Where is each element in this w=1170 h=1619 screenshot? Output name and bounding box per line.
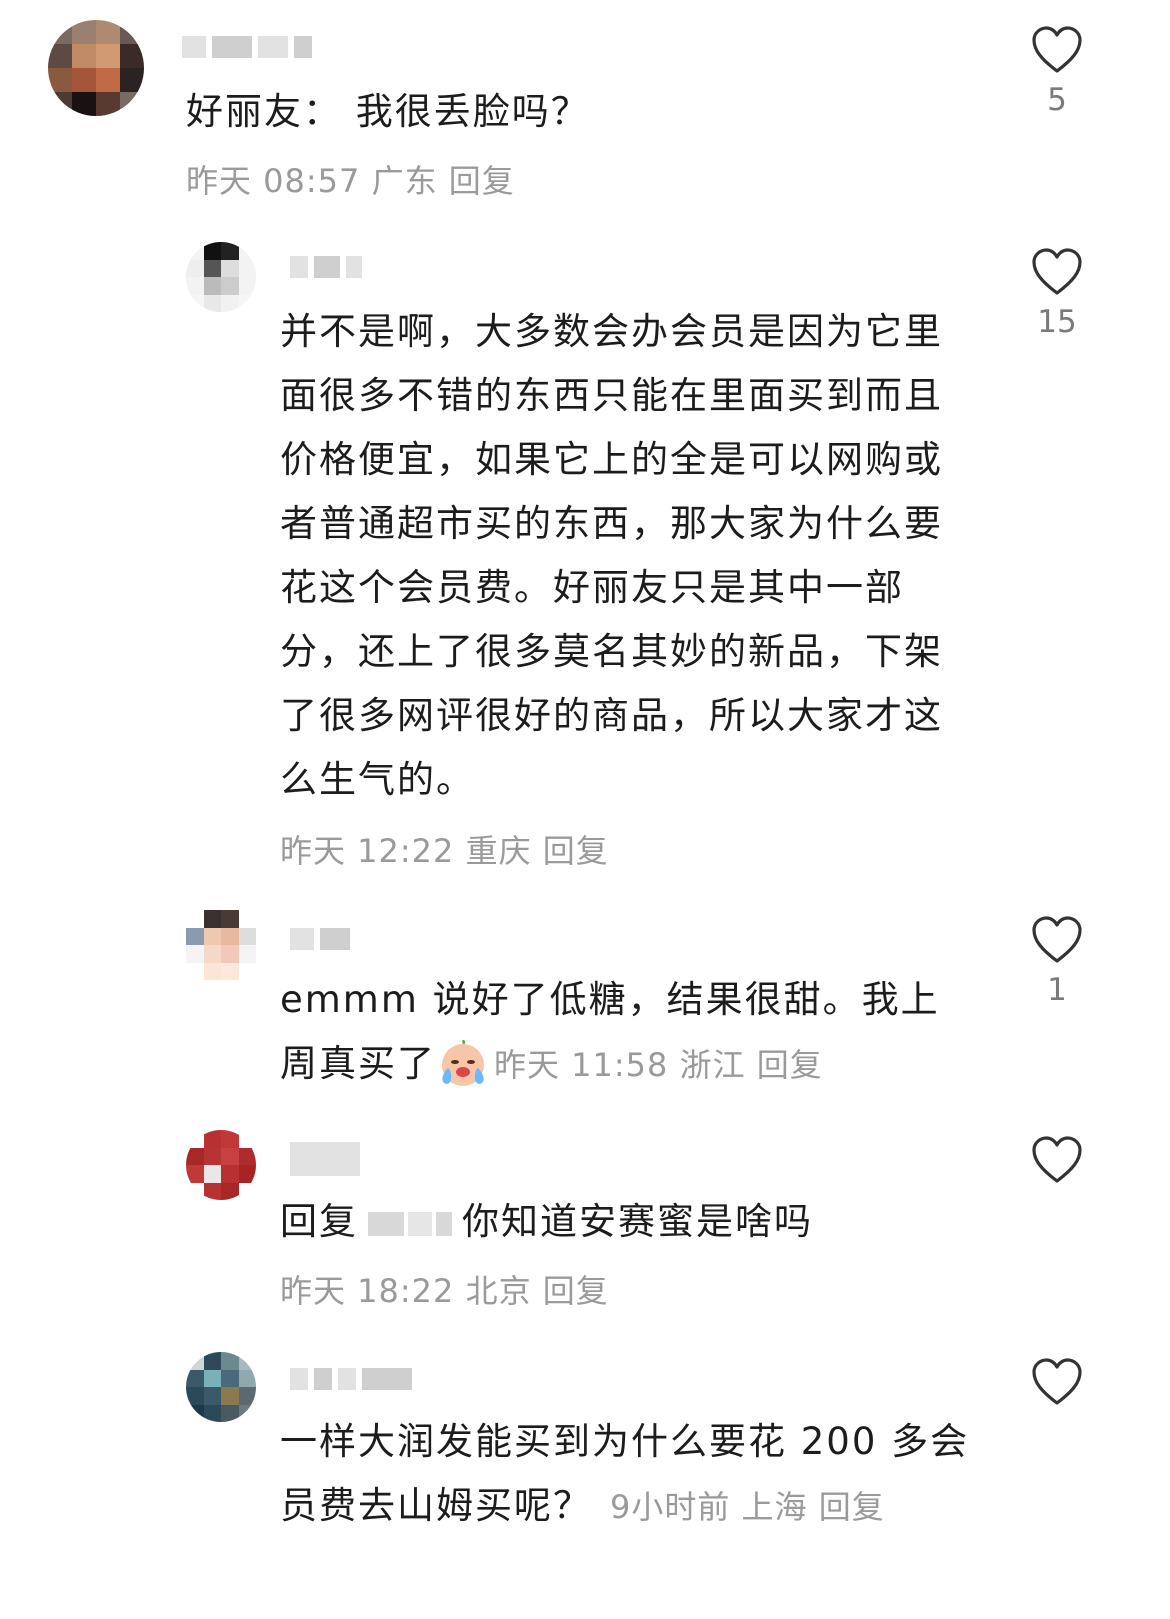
reply-prefix: 回复 [280,1200,358,1243]
like-button[interactable]: 1 [1012,916,1102,1008]
username-obscured[interactable] [290,250,362,284]
reply-button[interactable]: 回复 [543,1272,609,1310]
avatar[interactable] [186,242,256,312]
comment-location: 广东 [371,162,438,200]
like-button[interactable]: 5 [1012,26,1102,118]
avatar[interactable] [186,1130,256,1200]
comment-location: 上海 [741,1488,808,1526]
comment-time: 昨天 08:57 [186,162,361,200]
comment-time: 9小时前 [610,1488,731,1526]
heart-outline-icon [1032,248,1082,295]
comment-location: 浙江 [679,1046,746,1084]
avatar[interactable] [186,1352,256,1422]
avatar[interactable] [186,910,256,980]
username-obscured[interactable] [290,1362,412,1396]
heart-outline-icon [1032,1358,1082,1405]
heart-outline-icon [1032,26,1082,73]
comment-time: 昨天 12:22 [280,832,455,870]
reply-button[interactable]: 回复 [819,1488,885,1526]
reply-button[interactable]: 回复 [543,832,609,870]
username-obscured[interactable] [290,1142,360,1176]
crying-emoji-icon [442,1039,484,1086]
comment-meta: 昨天 12:22 重庆 回复 [280,826,609,872]
comment-location: 北京 [465,1272,532,1310]
username-obscured[interactable] [182,30,312,64]
reply-button[interactable]: 回复 [757,1046,823,1084]
username-obscured[interactable] [290,922,350,956]
comment-text: 一样大润发能买到为什么要花 200 多会员费去山姆买呢？ 9小时前 上海 回复 [280,1420,970,1527]
comment-meta: 9小时前 上海 回复 [610,1488,885,1526]
comment-text: 回复 你知道安赛蜜是啥吗 [280,1200,813,1243]
avatar[interactable] [48,20,144,116]
comment-time: 昨天 18:22 [280,1272,455,1310]
like-button[interactable] [1012,1136,1102,1184]
heart-outline-icon [1032,1136,1082,1183]
comment-time: 昨天 11:58 [494,1046,669,1084]
like-button[interactable] [1012,1358,1102,1406]
like-count: 15 [1037,304,1077,340]
mentioned-user-obscured[interactable] [368,1211,452,1236]
comment-meta: 昨天 18:22 北京 回复 [280,1266,609,1312]
comment-location: 重庆 [465,832,532,870]
heart-outline-icon [1032,916,1082,963]
comment-text: emmm 说好了低糖，结果很甜。我上周真买了 昨天 11:58 浙江 回复 [280,968,970,1097]
like-button[interactable]: 15 [1012,248,1102,340]
comment-meta: 昨天 08:57 广东 回复 [186,156,515,202]
like-count: 5 [1047,82,1067,118]
reply-button[interactable]: 回复 [449,162,515,200]
comment-text: 并不是啊，大多数会办会员是因为它里面很多不错的东西只能在里面买到而且价格便宜，如… [280,310,943,801]
comment-meta: 昨天 11:58 浙江 回复 [494,1046,823,1084]
comment-text: 好丽友： 我很丢脸吗？ [186,90,590,133]
like-count: 1 [1047,972,1067,1008]
